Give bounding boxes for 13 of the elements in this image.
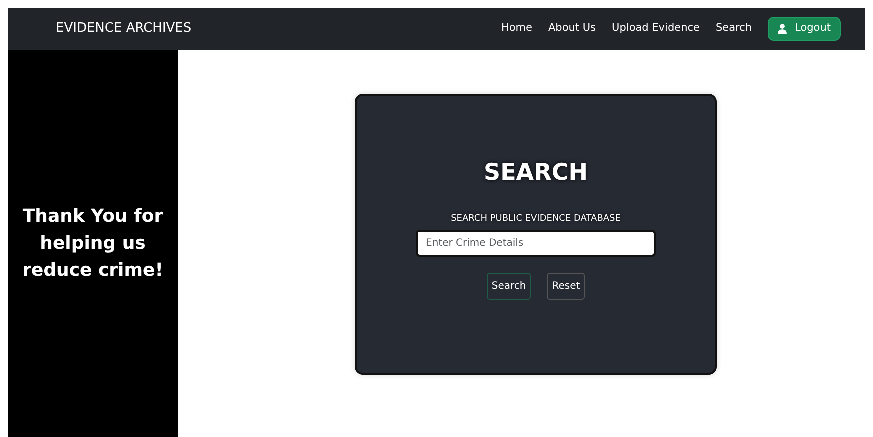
search-heading: SEARCH <box>484 159 588 188</box>
logout-button[interactable]: Logout <box>768 17 841 41</box>
thank-you-message: Thank You for helping us reduce crime! <box>22 205 164 283</box>
nav-link[interactable]: Home <box>493 21 540 37</box>
user-icon <box>778 24 788 34</box>
crime-details-field[interactable]: Enter Crime Details <box>416 230 656 257</box>
reset-button[interactable]: Reset <box>547 273 586 300</box>
submit-button[interactable]: Search <box>486 273 532 300</box>
brand-title: EVIDENCE ARCHIVES <box>56 20 192 38</box>
search-label: SEARCH PUBLIC EVIDENCE DATABASE <box>451 212 621 226</box>
nav-link[interactable]: Search <box>708 21 760 37</box>
nav-link[interactable]: Upload Evidence <box>604 21 708 37</box>
nav-link[interactable]: About Us <box>540 21 604 37</box>
